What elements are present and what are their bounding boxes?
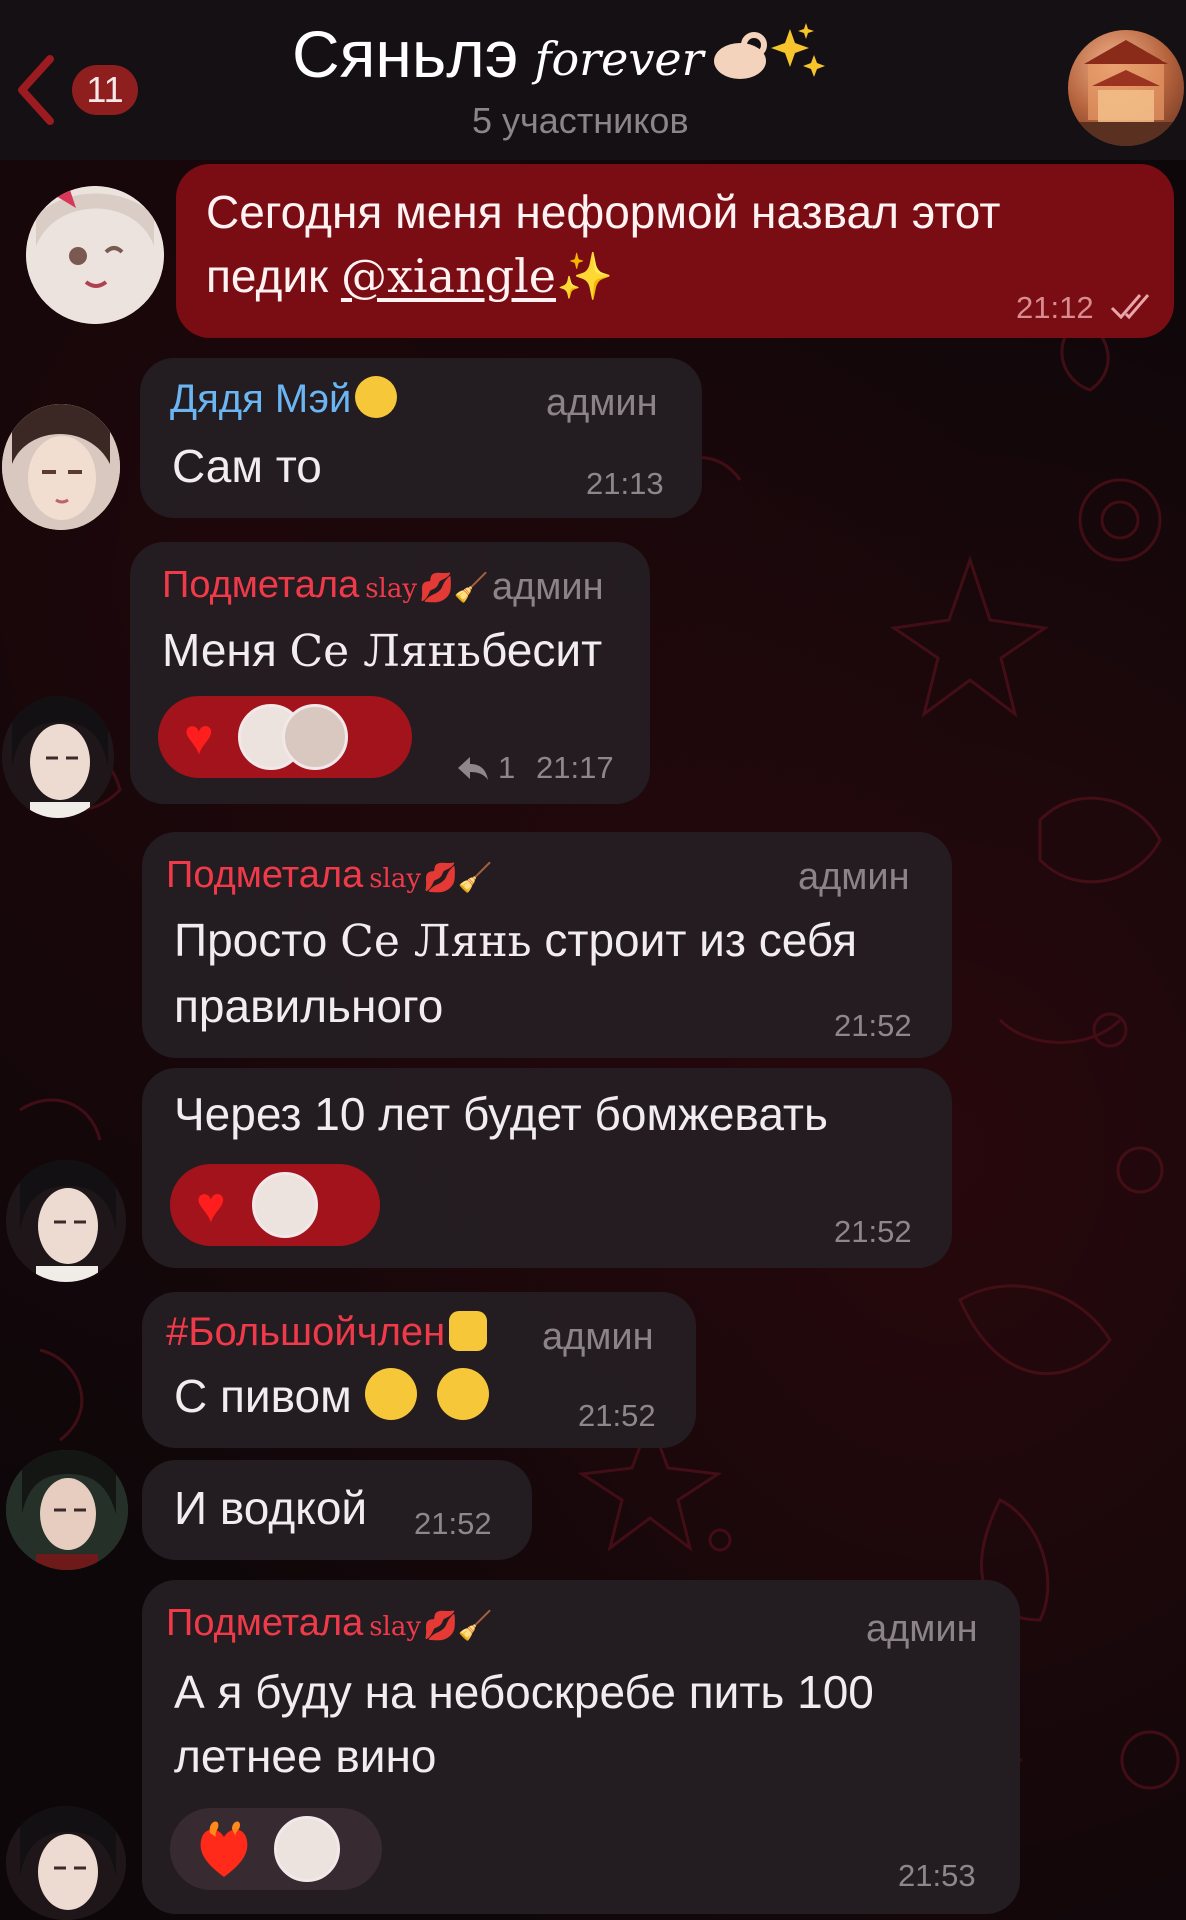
sparkles-icon: ✨: [556, 250, 614, 302]
message-bubble[interactable]: #Большойчлен админ С пивом 21:52: [142, 1292, 696, 1448]
admin-label: админ: [866, 1608, 978, 1650]
reactor-avatar: [274, 1816, 340, 1882]
tears-of-joy-icon: [437, 1368, 490, 1420]
message-text: А я буду на небоскребе пить 100 летнее в…: [174, 1666, 874, 1782]
unread-count-badge: 11: [72, 65, 138, 115]
message-bubble[interactable]: Через 10 лет будет бомжевать ♥ 21:52: [142, 1068, 952, 1268]
sender-avatar[interactable]: [6, 1160, 126, 1282]
chevron-left-icon: [18, 55, 54, 125]
sender-avatar[interactable]: [2, 404, 120, 530]
lips-broom-icon: 💋🧹: [423, 1610, 493, 1641]
message-text: Сам то: [172, 440, 322, 492]
raised-fist-icon: [449, 1311, 488, 1351]
lips-broom-icon: 💋🧹: [423, 862, 493, 893]
sender-avatar[interactable]: [6, 1806, 126, 1920]
message-time: 21:12: [1016, 290, 1094, 325]
reaction-heart[interactable]: ♥: [158, 696, 412, 778]
message-time: 21:52: [834, 1214, 912, 1249]
pleading-face-icon: [355, 376, 398, 418]
reactor-avatar: [251, 1172, 318, 1238]
message-text: Сегодня меня неформой назвал этот педик …: [206, 186, 1001, 303]
message-bubble[interactable]: Подметала slay💋🧹 админ Меня Се Ляньбесит …: [130, 542, 650, 804]
sender-name[interactable]: Дядя Мэй: [170, 376, 398, 422]
heart-on-fire-icon: [200, 1821, 248, 1877]
red-heart-icon: ♥: [196, 1177, 226, 1233]
message-time: 21:52: [578, 1398, 656, 1433]
chat-header: 11 Сяньлэ forever 5 участников: [0, 0, 1186, 160]
red-heart-icon: ♥: [184, 709, 214, 765]
sender-avatar[interactable]: [2, 696, 114, 818]
ok-hand-sparkles-icon: [710, 19, 830, 89]
reactor-avatar: [281, 704, 348, 770]
message-time: 21:53: [898, 1858, 976, 1893]
chat-title-script: forever: [534, 32, 704, 86]
message-text: С пивом: [174, 1364, 490, 1428]
message-time: 21:13: [586, 466, 664, 501]
message-text: Просто Се Лянь строит из себя правильног…: [174, 914, 858, 1032]
admin-label: админ: [798, 856, 910, 898]
reaction-heart[interactable]: ♥: [170, 1164, 380, 1246]
message-text: Через 10 лет будет бомжевать: [174, 1088, 828, 1140]
reply-arrow-icon: [458, 757, 488, 780]
message-bubble[interactable]: Подметала slay💋🧹 админ А я буду на небоск…: [142, 1580, 1020, 1914]
chat-title-text: Сяньлэ: [292, 17, 519, 91]
message-time: 21:52: [414, 1506, 492, 1541]
sender-avatar[interactable]: [26, 186, 164, 324]
reply-count[interactable]: 1: [456, 750, 515, 786]
admin-label: админ: [542, 1316, 654, 1358]
message-text: Меня Се Ляньбесит: [162, 624, 603, 677]
chat-screen: 11 Сяньлэ forever 5 участников Сегодня м…: [0, 0, 1186, 1920]
back-button[interactable]: 11: [14, 50, 144, 130]
sender-name[interactable]: Подметала slay💋🧹: [166, 854, 493, 897]
message-bubble[interactable]: Подметала slay💋🧹 админ Просто Се Лянь стр…: [142, 832, 952, 1058]
double-check-icon: [1110, 294, 1150, 320]
sender-name[interactable]: Подметала slay💋🧹: [166, 1602, 493, 1645]
message-bubble-outgoing[interactable]: Сегодня меня неформой назвал этот педик …: [176, 164, 1174, 338]
message-time: 21:52: [834, 1008, 912, 1043]
sender-name[interactable]: #Большойчлен: [166, 1310, 488, 1355]
group-avatar[interactable]: [1068, 30, 1184, 146]
lips-broom-icon: 💋🧹: [419, 572, 489, 603]
chat-title[interactable]: Сяньлэ forever: [292, 14, 830, 94]
message-bubble[interactable]: И водкой 21:52: [142, 1460, 532, 1560]
members-count: 5 участников: [472, 100, 689, 141]
sender-avatar[interactable]: [6, 1450, 128, 1570]
admin-label: админ: [546, 382, 658, 424]
reaction-heart-on-fire[interactable]: [170, 1808, 382, 1890]
tears-of-joy-icon: [364, 1368, 417, 1420]
message-text: И водкой: [174, 1482, 368, 1534]
admin-label: админ: [492, 566, 604, 608]
sender-name[interactable]: Подметала slay💋🧹: [162, 564, 489, 607]
message-bubble[interactable]: Дядя Мэй админ Сам то 21:13: [140, 358, 702, 518]
user-mention-link[interactable]: @xiangle: [341, 249, 556, 303]
message-time: 21:17: [536, 750, 614, 785]
